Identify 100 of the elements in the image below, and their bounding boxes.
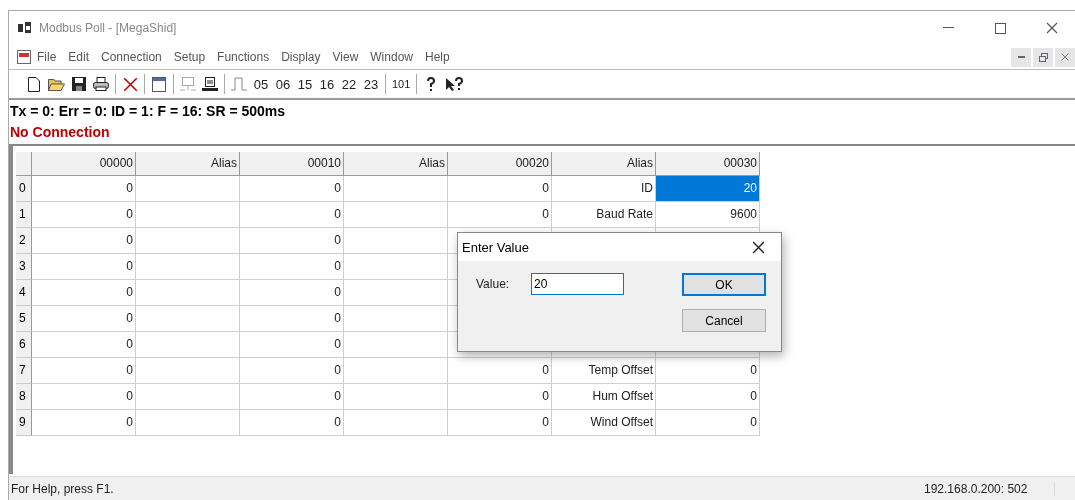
menu-item[interactable]: Functions (211, 47, 276, 67)
function-code-button[interactable]: 06 (272, 73, 294, 95)
cancel-button[interactable]: Cancel (682, 309, 766, 332)
table-cell[interactable]: 0 (240, 202, 344, 228)
table-cell[interactable]: 0 (32, 358, 136, 384)
function-code-button[interactable]: 16 (316, 73, 338, 95)
row-header: 5 (16, 306, 32, 332)
table-cell[interactable] (136, 358, 240, 384)
row-header: 0 (16, 176, 32, 202)
table-cell[interactable] (344, 202, 448, 228)
function-code-button[interactable]: 15 (294, 73, 316, 95)
child-minimize-button[interactable] (1011, 47, 1031, 67)
row-header: 8 (16, 384, 32, 410)
question-mark-icon (426, 76, 437, 92)
delete-icon (122, 76, 138, 92)
table-cell[interactable]: 20 (656, 176, 760, 202)
table-cell[interactable]: Temp Offset (552, 358, 656, 384)
table-cell[interactable] (136, 176, 240, 202)
table-cell[interactable]: 0 (240, 384, 344, 410)
table-cell[interactable]: 0 (448, 202, 552, 228)
table-cell[interactable] (344, 306, 448, 332)
ok-button[interactable]: OK (682, 273, 766, 296)
menu-item[interactable]: Help (419, 47, 456, 67)
table-cell[interactable] (344, 358, 448, 384)
table-cell[interactable]: 0 (240, 332, 344, 358)
value-label: Value: (476, 276, 511, 293)
table-cell[interactable]: 9600 (656, 202, 760, 228)
table-cell[interactable] (136, 332, 240, 358)
table-cell[interactable]: 0 (448, 358, 552, 384)
table-cell[interactable]: 0 (32, 410, 136, 436)
table-cell[interactable] (344, 332, 448, 358)
column-header: 00010 (240, 152, 344, 176)
table-cell[interactable]: 0 (32, 332, 136, 358)
table-cell[interactable]: 0 (448, 410, 552, 436)
table-cell[interactable] (136, 410, 240, 436)
row-header: 6 (16, 332, 32, 358)
table-cell[interactable] (344, 280, 448, 306)
table-cell[interactable]: 0 (32, 384, 136, 410)
function-code-button[interactable]: 23 (360, 73, 382, 95)
app-icon (17, 21, 33, 35)
table-cell[interactable]: ID (552, 176, 656, 202)
table-cell[interactable]: Wind Offset (552, 410, 656, 436)
table-cell[interactable]: 0 (240, 176, 344, 202)
grid-corner (16, 152, 32, 176)
close-icon (1061, 53, 1069, 61)
row-header: 1 (16, 202, 32, 228)
table-cell[interactable]: 0 (240, 306, 344, 332)
value-input[interactable]: 20 (531, 273, 624, 295)
menu-item[interactable]: Setup (167, 47, 212, 67)
column-header: Alias (344, 152, 448, 176)
table-cell[interactable] (136, 254, 240, 280)
table-cell[interactable]: 0 (32, 306, 136, 332)
minimize-icon (1017, 56, 1025, 58)
menu-item[interactable]: Connection (95, 47, 168, 67)
table-cell[interactable]: 0 (240, 228, 344, 254)
table-cell[interactable] (344, 254, 448, 280)
table-cell[interactable] (136, 280, 240, 306)
menu-item[interactable]: File (31, 47, 63, 67)
table-cell[interactable]: 0 (32, 202, 136, 228)
table-cell[interactable]: 0 (240, 358, 344, 384)
menu-item[interactable]: Edit (62, 47, 96, 67)
row-header: 2 (16, 228, 32, 254)
help-hint: For Help, press F1. (11, 482, 115, 496)
table-cell[interactable]: Hum Offset (552, 384, 656, 410)
table-cell[interactable]: 0 (32, 176, 136, 202)
child-close-button[interactable] (1055, 47, 1075, 67)
column-header: 00030 (656, 152, 760, 176)
table-cell[interactable] (344, 228, 448, 254)
table-cell[interactable] (136, 202, 240, 228)
table-cell[interactable]: 0 (240, 280, 344, 306)
menu-item[interactable]: View (326, 47, 365, 67)
function-code-button[interactable]: 05 (250, 73, 272, 95)
table-cell[interactable]: 0 (656, 410, 760, 436)
function-code-button[interactable]: 22 (338, 73, 360, 95)
table-cell[interactable] (344, 384, 448, 410)
table-cell[interactable]: 0 (32, 280, 136, 306)
count-button[interactable]: 101 (389, 73, 414, 95)
table-cell[interactable]: 0 (240, 410, 344, 436)
table-cell[interactable]: 0 (656, 358, 760, 384)
child-restore-button[interactable] (1033, 47, 1053, 67)
table-cell[interactable]: 0 (448, 384, 552, 410)
column-header: Alias (552, 152, 656, 176)
table-cell[interactable]: 0 (32, 254, 136, 280)
table-cell[interactable]: 0 (240, 254, 344, 280)
table-cell[interactable]: Baud Rate (552, 202, 656, 228)
table-cell[interactable] (136, 306, 240, 332)
table-cell[interactable] (344, 410, 448, 436)
row-header: 9 (16, 410, 32, 436)
table-cell[interactable]: 0 (32, 228, 136, 254)
table-cell[interactable]: 0 (448, 176, 552, 202)
minimize-icon (942, 27, 954, 29)
menu-item[interactable]: Window (364, 47, 419, 67)
table-cell[interactable]: 0 (656, 384, 760, 410)
row-header: 4 (16, 280, 32, 306)
table-cell[interactable] (344, 176, 448, 202)
table-cell[interactable] (136, 228, 240, 254)
table-cell[interactable] (136, 384, 240, 410)
row-header: 3 (16, 254, 32, 280)
close-icon (1046, 22, 1058, 34)
menu-item[interactable]: Display (275, 47, 327, 67)
